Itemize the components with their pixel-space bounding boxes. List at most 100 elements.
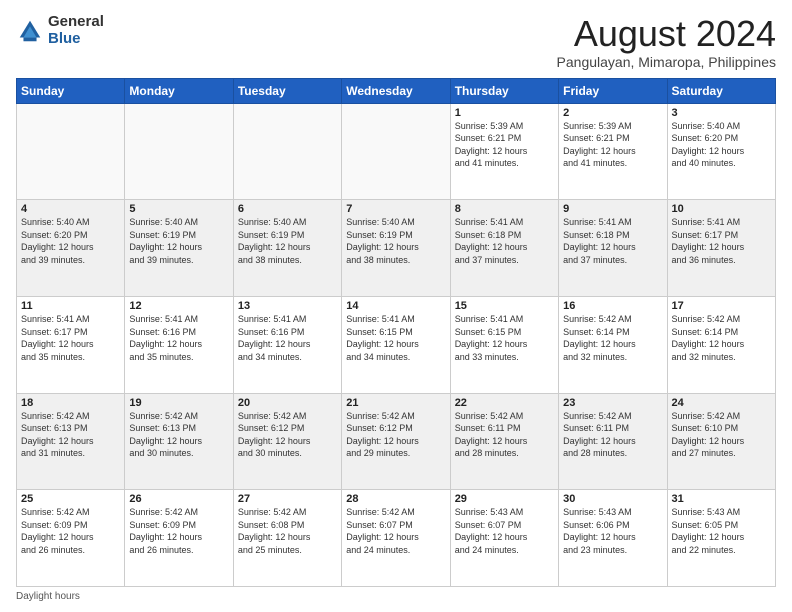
day-info: Sunrise: 5:42 AM Sunset: 6:09 PM Dayligh… [21, 506, 120, 556]
table-row: 28Sunrise: 5:42 AM Sunset: 6:07 PM Dayli… [342, 490, 450, 587]
calendar-week-row: 18 Sunrise: 5:42 AM Sunset: 6:13 PM Dayli… [17, 393, 776, 490]
table-row: 26Sunrise: 5:42 AM Sunset: 6:09 PM Dayli… [125, 490, 233, 587]
table-row: 20Sunrise: 5:42 AM Sunset: 6:12 PM Dayli… [233, 393, 341, 490]
table-row: 2Sunrise: 5:39 AM Sunset: 6:21 PM Daylig… [559, 103, 667, 200]
day-number: 11 [21, 300, 120, 312]
table-row: 30Sunrise: 5:43 AM Sunset: 6:06 PM Dayli… [559, 490, 667, 587]
day-number: 21 [346, 397, 445, 409]
table-row: 21Sunrise: 5:42 AM Sunset: 6:12 PM Dayli… [342, 393, 450, 490]
day-info: Sunrise: 5:41 AM Sunset: 6:17 PM Dayligh… [672, 216, 771, 266]
day-number: 1 [455, 107, 554, 119]
day-info: Sunrise: 5:43 AM Sunset: 6:07 PM Dayligh… [455, 506, 554, 556]
day-number: 24 [672, 397, 771, 409]
day-number: 30 [563, 493, 662, 505]
table-row: 22Sunrise: 5:42 AM Sunset: 6:11 PM Dayli… [450, 393, 558, 490]
table-row: 4Sunrise: 5:40 AM Sunset: 6:20 PM Daylig… [17, 200, 125, 297]
day-info: Sunrise: 5:42 AM Sunset: 6:12 PM Dayligh… [346, 410, 445, 460]
day-info: Sunrise: 5:39 AM Sunset: 6:21 PM Dayligh… [563, 120, 662, 170]
footer-label: Daylight hours [16, 591, 80, 602]
day-info: Sunrise: 5:41 AM Sunset: 6:15 PM Dayligh… [346, 313, 445, 363]
main-title: August 2024 [557, 14, 776, 54]
table-row: 11Sunrise: 5:41 AM Sunset: 6:17 PM Dayli… [17, 296, 125, 393]
table-row: 19Sunrise: 5:42 AM Sunset: 6:13 PM Dayli… [125, 393, 233, 490]
day-number: 28 [346, 493, 445, 505]
calendar-week-row: 1Sunrise: 5:39 AM Sunset: 6:21 PM Daylig… [17, 103, 776, 200]
day-info: Sunrise: 5:41 AM Sunset: 6:17 PM Dayligh… [21, 313, 120, 363]
day-number: 4 [21, 203, 120, 215]
day-number: 2 [563, 107, 662, 119]
day-info: Sunrise: 5:40 AM Sunset: 6:19 PM Dayligh… [346, 216, 445, 266]
col-saturday: Saturday [667, 78, 775, 103]
day-number: 3 [672, 107, 771, 119]
table-row: 27Sunrise: 5:42 AM Sunset: 6:08 PM Dayli… [233, 490, 341, 587]
day-number: 18 [21, 397, 120, 409]
table-row: 7Sunrise: 5:40 AM Sunset: 6:19 PM Daylig… [342, 200, 450, 297]
day-number: 22 [455, 397, 554, 409]
day-info: Sunrise: 5:41 AM Sunset: 6:16 PM Dayligh… [129, 313, 228, 363]
header: General Blue August 2024 Pangulayan, Mim… [16, 14, 776, 70]
footer: Daylight hours [16, 591, 776, 602]
table-row: 3Sunrise: 5:40 AM Sunset: 6:20 PM Daylig… [667, 103, 775, 200]
table-row: 24Sunrise: 5:42 AM Sunset: 6:10 PM Dayli… [667, 393, 775, 490]
calendar-header-row: Sunday Monday Tuesday Wednesday Thursday… [17, 78, 776, 103]
day-info: Sunrise: 5:42 AM Sunset: 6:10 PM Dayligh… [672, 410, 771, 460]
table-row: 13Sunrise: 5:41 AM Sunset: 6:16 PM Dayli… [233, 296, 341, 393]
table-row: 10Sunrise: 5:41 AM Sunset: 6:17 PM Dayli… [667, 200, 775, 297]
logo-text: General Blue [48, 14, 104, 47]
table-row: 12Sunrise: 5:41 AM Sunset: 6:16 PM Dayli… [125, 296, 233, 393]
day-number: 6 [238, 203, 337, 215]
col-thursday: Thursday [450, 78, 558, 103]
calendar-week-row: 11Sunrise: 5:41 AM Sunset: 6:17 PM Dayli… [17, 296, 776, 393]
day-number: 26 [129, 493, 228, 505]
day-info: Sunrise: 5:43 AM Sunset: 6:06 PM Dayligh… [563, 506, 662, 556]
day-number: 16 [563, 300, 662, 312]
day-info: Sunrise: 5:40 AM Sunset: 6:19 PM Dayligh… [129, 216, 228, 266]
table-row: 14Sunrise: 5:41 AM Sunset: 6:15 PM Dayli… [342, 296, 450, 393]
day-number: 9 [563, 203, 662, 215]
table-row: 5Sunrise: 5:40 AM Sunset: 6:19 PM Daylig… [125, 200, 233, 297]
col-friday: Friday [559, 78, 667, 103]
day-number: 13 [238, 300, 337, 312]
day-info: Sunrise: 5:40 AM Sunset: 6:20 PM Dayligh… [21, 216, 120, 266]
day-number: 20 [238, 397, 337, 409]
logo-icon [16, 17, 44, 45]
table-row [233, 103, 341, 200]
table-row: 6Sunrise: 5:40 AM Sunset: 6:19 PM Daylig… [233, 200, 341, 297]
table-row: 1Sunrise: 5:39 AM Sunset: 6:21 PM Daylig… [450, 103, 558, 200]
table-row [342, 103, 450, 200]
day-info: Sunrise: 5:42 AM Sunset: 6:14 PM Dayligh… [672, 313, 771, 363]
table-row: 29Sunrise: 5:43 AM Sunset: 6:07 PM Dayli… [450, 490, 558, 587]
title-block: August 2024 Pangulayan, Mimaropa, Philip… [557, 14, 776, 70]
day-info: Sunrise: 5:42 AM Sunset: 6:12 PM Dayligh… [238, 410, 337, 460]
day-info: Sunrise: 5:40 AM Sunset: 6:20 PM Dayligh… [672, 120, 771, 170]
day-number: 19 [129, 397, 228, 409]
day-number: 15 [455, 300, 554, 312]
day-info: Sunrise: 5:42 AM Sunset: 6:14 PM Dayligh… [563, 313, 662, 363]
day-number: 17 [672, 300, 771, 312]
day-number: 23 [563, 397, 662, 409]
table-row: 15Sunrise: 5:41 AM Sunset: 6:15 PM Dayli… [450, 296, 558, 393]
table-row [17, 103, 125, 200]
logo-blue: Blue [48, 31, 104, 48]
calendar-week-row: 25Sunrise: 5:42 AM Sunset: 6:09 PM Dayli… [17, 490, 776, 587]
day-number: 7 [346, 203, 445, 215]
col-tuesday: Tuesday [233, 78, 341, 103]
day-number: 25 [21, 493, 120, 505]
day-number: 14 [346, 300, 445, 312]
day-number: 10 [672, 203, 771, 215]
day-number: 29 [455, 493, 554, 505]
day-info: Sunrise: 5:41 AM Sunset: 6:18 PM Dayligh… [563, 216, 662, 266]
page: General Blue August 2024 Pangulayan, Mim… [0, 0, 792, 612]
day-info: Sunrise: 5:42 AM Sunset: 6:11 PM Dayligh… [563, 410, 662, 460]
day-info: Sunrise: 5:42 AM Sunset: 6:11 PM Dayligh… [455, 410, 554, 460]
table-row [125, 103, 233, 200]
day-info: Sunrise: 5:42 AM Sunset: 6:08 PM Dayligh… [238, 506, 337, 556]
day-number: 31 [672, 493, 771, 505]
calendar-week-row: 4Sunrise: 5:40 AM Sunset: 6:20 PM Daylig… [17, 200, 776, 297]
day-info: Sunrise: 5:39 AM Sunset: 6:21 PM Dayligh… [455, 120, 554, 170]
day-info: Sunrise: 5:42 AM Sunset: 6:13 PM Dayligh… [129, 410, 228, 460]
table-row: 9Sunrise: 5:41 AM Sunset: 6:18 PM Daylig… [559, 200, 667, 297]
day-info: Sunrise: 5:40 AM Sunset: 6:19 PM Dayligh… [238, 216, 337, 266]
day-info: Sunrise: 5:43 AM Sunset: 6:05 PM Dayligh… [672, 506, 771, 556]
table-row: 23Sunrise: 5:42 AM Sunset: 6:11 PM Dayli… [559, 393, 667, 490]
